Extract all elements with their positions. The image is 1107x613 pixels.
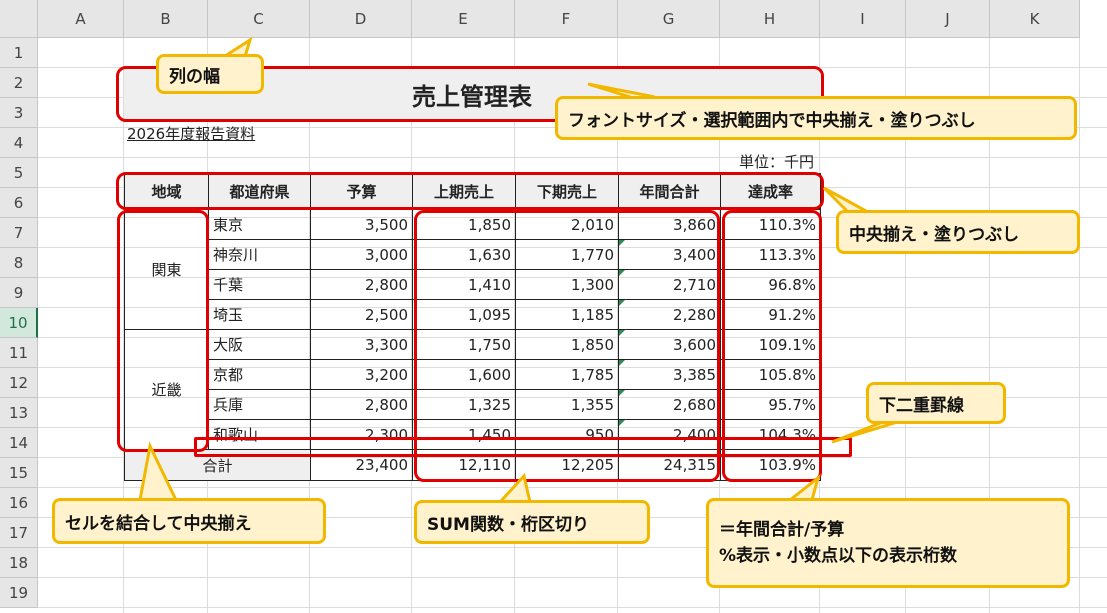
column-header-H[interactable]: H (720, 0, 820, 38)
row-header-14[interactable]: 14 (0, 428, 38, 458)
unit-cell[interactable]: 単位：千円 (692, 149, 818, 173)
column-header-C[interactable]: C (208, 0, 310, 38)
prefecture-cell[interactable]: 兵庫 (208, 389, 311, 420)
column-header-G[interactable]: G (618, 0, 720, 38)
row-header-16[interactable]: 16 (0, 488, 38, 518)
callout-merge-center: セルを結合して中央揃え (52, 498, 326, 544)
row-header-9[interactable]: 9 (0, 278, 38, 308)
row-header-11[interactable]: 11 (0, 338, 38, 368)
value-cell[interactable]: 2,500 (310, 299, 413, 330)
column-header-J[interactable]: J (906, 0, 990, 38)
row-header-17[interactable]: 17 (0, 518, 38, 548)
column-header-F[interactable]: F (515, 0, 618, 38)
callout-double-underline: 下二重罫線 (866, 382, 1006, 424)
gridline-row (38, 607, 1107, 608)
prefecture-cell[interactable]: 大阪 (208, 329, 311, 360)
row-header-18[interactable]: 18 (0, 548, 38, 578)
prefecture-cell[interactable]: 神奈川 (208, 239, 311, 270)
row-header-10[interactable]: 10 (0, 308, 38, 338)
column-header-D[interactable]: D (310, 0, 412, 38)
row-header-12[interactable]: 12 (0, 368, 38, 398)
callout-rate-formula-line1: ＝年間合計/予算 (719, 520, 845, 540)
prefecture-cell[interactable]: 埼玉 (208, 299, 311, 330)
double-underline-highlight (194, 437, 852, 457)
callout-sum-function: SUM関数・桁区切り (414, 500, 650, 544)
row-header-5[interactable]: 5 (0, 158, 38, 188)
value-cell[interactable]: 2,800 (310, 389, 413, 420)
row-header-15[interactable]: 15 (0, 458, 38, 488)
row-header-6[interactable]: 6 (0, 188, 38, 218)
value-cell[interactable]: 3,200 (310, 359, 413, 390)
value-cell[interactable]: 3,000 (310, 239, 413, 270)
callout-rate-formula: ＝年間合計/予算 %表示・小数点以下の表示桁数 (706, 498, 1070, 588)
row-header-1[interactable]: 1 (0, 38, 38, 68)
callout-rate-formula-line2: %表示・小数点以下の表示桁数 (719, 546, 958, 566)
callout-center-fill: 中央揃え・塗りつぶし (836, 210, 1080, 254)
gridline-column (1079, 38, 1080, 613)
column-header-E[interactable]: E (412, 0, 515, 38)
column-header-A[interactable]: A (38, 0, 124, 38)
column-header-K[interactable]: K (990, 0, 1080, 38)
prefecture-cell[interactable]: 京都 (208, 359, 311, 390)
row-header-4[interactable]: 4 (0, 128, 38, 158)
prefecture-cell[interactable]: 東京 (208, 209, 311, 240)
subtitle-cell[interactable]: 2026年度報告資料 (123, 119, 323, 147)
prefecture-cell[interactable]: 千葉 (208, 269, 311, 300)
select-all-corner[interactable] (0, 0, 38, 38)
region-highlight-box (117, 210, 209, 452)
row-header-13[interactable]: 13 (0, 398, 38, 428)
column-header-B[interactable]: B (124, 0, 208, 38)
row-header-7[interactable]: 7 (0, 218, 38, 248)
gridline-row (38, 157, 1107, 158)
value-cell[interactable]: 2,800 (310, 269, 413, 300)
row-header-2[interactable]: 2 (0, 68, 38, 98)
value-cell[interactable]: 3,300 (310, 329, 413, 360)
row-header-8[interactable]: 8 (0, 248, 38, 278)
row-header-3[interactable]: 3 (0, 98, 38, 128)
callout-font-size: フォントサイズ・選択範囲内で中央揃え・塗りつぶし (555, 96, 1077, 140)
callout-column-width: 列の幅 (156, 54, 264, 94)
column-header-I[interactable]: I (820, 0, 906, 38)
row-header-19[interactable]: 19 (0, 578, 38, 608)
value-cell[interactable]: 3,500 (310, 209, 413, 240)
header-highlight-box (116, 172, 824, 210)
gridline-row (38, 487, 1107, 488)
